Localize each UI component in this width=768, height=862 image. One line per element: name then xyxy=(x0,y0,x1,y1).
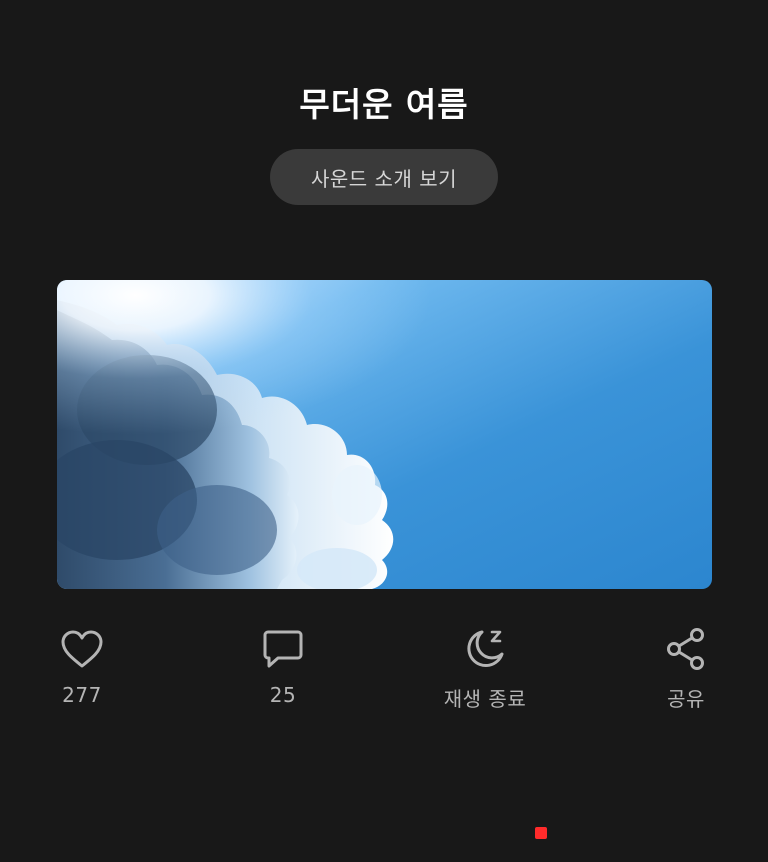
sleep-timer-button[interactable]: 재생 종료 xyxy=(415,625,555,712)
share-icon xyxy=(662,625,710,673)
moon-sleep-icon xyxy=(461,625,509,673)
like-button[interactable]: 277 xyxy=(12,625,152,707)
share-label: 공유 xyxy=(667,687,705,711)
sound-title: 무더운 여름 xyxy=(299,85,469,124)
comment-count: 25 xyxy=(269,683,297,707)
sound-cover-image xyxy=(57,280,712,589)
comment-icon xyxy=(259,625,307,673)
action-bar: 277 25 재생 종료 공유 xyxy=(0,625,768,725)
sleep-timer-label: 재생 종료 xyxy=(443,687,527,711)
heart-icon xyxy=(58,625,106,673)
share-button[interactable]: 공유 xyxy=(616,625,756,712)
comment-button[interactable]: 25 xyxy=(213,625,353,707)
sound-intro-button[interactable]: 사운드 소개 보기 xyxy=(270,149,498,205)
sound-intro-button-label: 사운드 소개 보기 xyxy=(310,166,457,191)
like-count: 277 xyxy=(62,683,102,707)
recording-indicator xyxy=(535,827,547,839)
sound-detail-screen: 무더운 여름 사운드 소개 보기 277 25 재생 종료 공유 xyxy=(0,0,768,862)
